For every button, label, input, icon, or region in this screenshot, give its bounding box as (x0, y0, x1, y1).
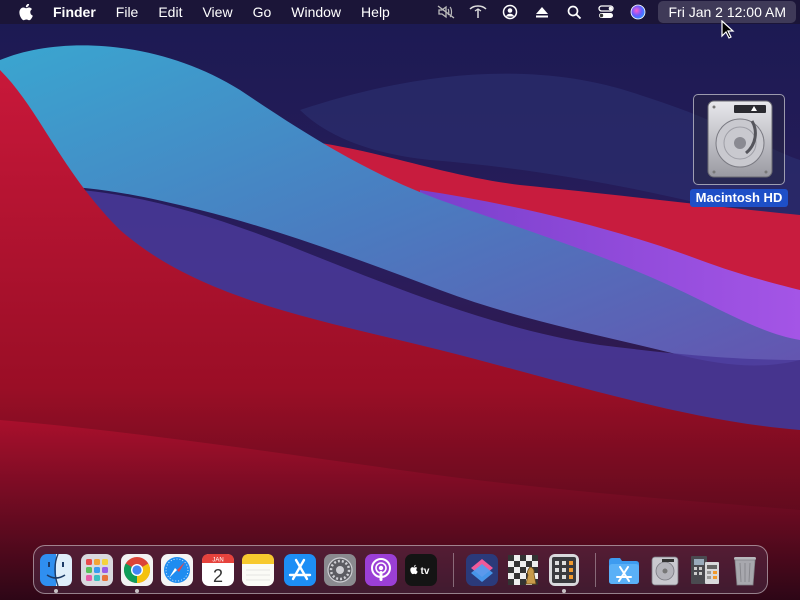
menu-bar-left: Finder File Edit View Go Window Help (0, 0, 400, 24)
app-name-menu[interactable]: Finder (43, 0, 106, 24)
menu-window[interactable]: Window (281, 0, 351, 24)
menu-view[interactable]: View (192, 0, 242, 24)
desktop-icon-label[interactable]: Macintosh HD (690, 189, 788, 207)
applications-folder-icon[interactable] (607, 553, 641, 587)
apple-tv-label: tv (421, 566, 430, 577)
running-indicator (562, 589, 566, 593)
menu-bar: Finder File Edit View Go Window Help Fri… (0, 0, 800, 24)
calendar-month: JAN (212, 558, 223, 564)
control-center-icon[interactable] (590, 0, 622, 24)
mute-icon[interactable] (430, 0, 462, 24)
documents-stack-icon[interactable] (688, 553, 722, 587)
dock: JAN 2 tv (33, 545, 768, 594)
hard-drive-stack-icon[interactable] (648, 553, 682, 587)
safari-icon[interactable] (160, 553, 194, 587)
mouse-cursor-icon (721, 20, 735, 39)
user-icon[interactable] (494, 0, 526, 24)
finder-icon[interactable] (39, 553, 73, 587)
notes-icon[interactable] (241, 553, 275, 587)
calendar-icon[interactable]: JAN 2 (201, 553, 235, 587)
desktop-icon-selection (693, 94, 785, 185)
menu-file[interactable]: File (106, 0, 149, 24)
launchpad-icon[interactable] (80, 553, 114, 587)
apple-tv-icon[interactable]: tv (404, 553, 438, 587)
menu-edit[interactable]: Edit (148, 0, 192, 24)
chess-icon[interactable] (506, 553, 540, 587)
eject-icon[interactable] (526, 0, 558, 24)
system-preferences-icon[interactable] (323, 553, 357, 587)
hard-drive-icon (707, 100, 773, 178)
menu-bar-right: Fri Jan 2 12:00 AM (430, 0, 800, 24)
desktop-wallpaper[interactable] (0, 0, 800, 600)
calendar-day: 2 (213, 566, 223, 586)
menu-go[interactable]: Go (243, 0, 282, 24)
menu-help[interactable]: Help (351, 0, 400, 24)
shortcuts-icon[interactable] (465, 553, 499, 587)
podcasts-icon[interactable] (364, 553, 398, 587)
dock-separator (453, 553, 454, 587)
running-indicator (135, 589, 139, 593)
siri-icon[interactable] (622, 0, 654, 24)
chrome-icon[interactable] (120, 553, 154, 587)
dock-separator (595, 553, 596, 587)
apple-menu-icon[interactable] (0, 3, 43, 21)
search-icon[interactable] (558, 0, 590, 24)
calculator-icon[interactable] (547, 553, 581, 587)
app-store-icon[interactable] (283, 553, 317, 587)
running-indicator (54, 589, 58, 593)
wifi-icon[interactable] (462, 0, 494, 24)
trash-icon[interactable] (728, 553, 762, 587)
